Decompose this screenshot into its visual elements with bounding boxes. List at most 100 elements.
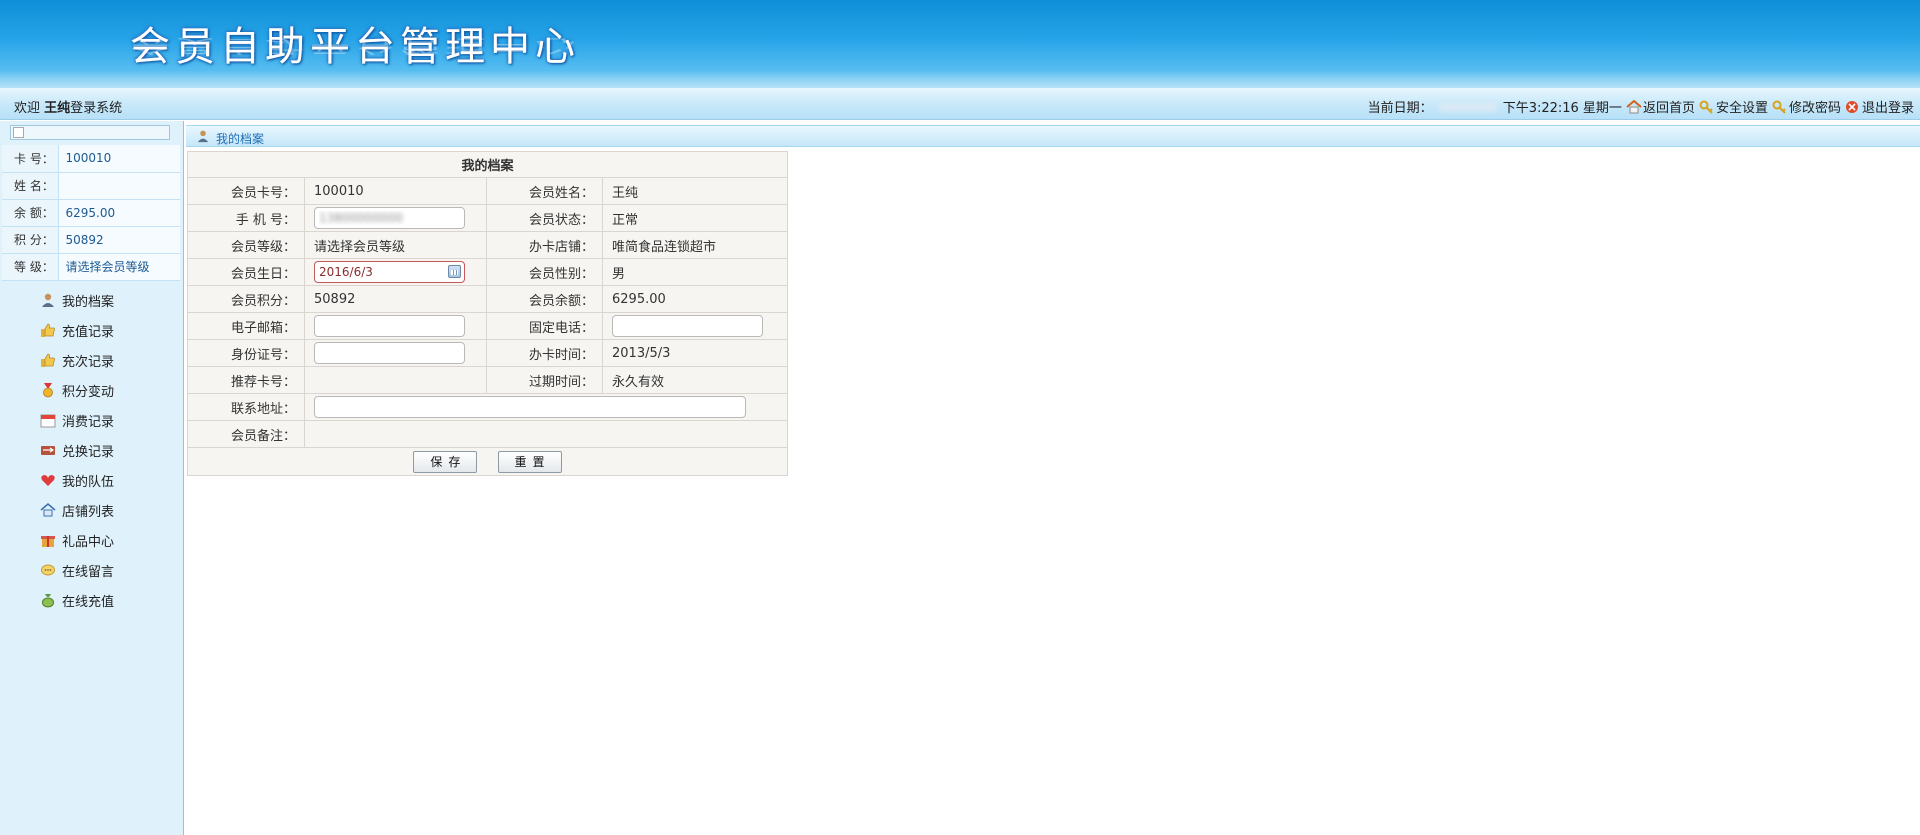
member-name-value: 王纯 — [602, 177, 788, 205]
sidebar-item-my-team[interactable]: 我的队伍 — [0, 465, 184, 495]
sidebar-item-label: 我的队伍 — [62, 474, 115, 490]
form-row: 会员备注： — [187, 420, 788, 448]
remark-label: 会员备注： — [187, 420, 305, 448]
sidebar-item-label: 在线留言 — [62, 564, 115, 580]
referrer-card-label: 推荐卡号： — [187, 366, 305, 394]
welcome-text: 欢迎 王纯登录系统 — [14, 97, 122, 116]
sidebar-item-my-profile[interactable]: 我的档案 — [0, 285, 184, 315]
sidebar-menu: 我的档案 充值记录 充次记录 积分变动 消费记录 兑换记录 我的队伍 店铺列表 … — [0, 285, 184, 615]
summary-label: 余 额： — [2, 199, 59, 227]
form-actions: 保存 重置 — [187, 447, 788, 476]
sidebar-item-gift-center[interactable]: 礼品中心 — [0, 525, 184, 555]
sidebar-item-online-message[interactable]: 在线留言 — [0, 555, 184, 585]
summary-row: 等 级： 请选择会员等级 — [2, 253, 180, 281]
issuing-store-label: 办卡店铺： — [486, 231, 603, 259]
user-icon — [40, 292, 56, 308]
summary-value: 6295.00 — [58, 199, 180, 227]
member-status-label: 会员状态： — [486, 204, 603, 232]
date-label: 当前日期： — [1367, 101, 1433, 116]
form-row: 会员积分： 50892 会员余额： 6295.00 — [187, 285, 788, 313]
summary-row: 积 分： 50892 — [2, 226, 180, 254]
email-cell — [304, 312, 487, 340]
home-link[interactable]: 返回首页 — [1626, 97, 1695, 116]
logout-link[interactable]: 退出登录 — [1845, 97, 1914, 116]
money-bag-icon — [40, 592, 56, 608]
sidebar-item-label: 积分变动 — [62, 384, 115, 400]
card-issue-date-value: 2013/5/3 — [602, 339, 788, 367]
sidebar-item-recharge-records[interactable]: 充值记录 — [0, 315, 184, 345]
security-settings-label: 安全设置 — [1715, 101, 1768, 116]
id-number-field[interactable] — [314, 342, 465, 364]
summary-label: 卡 号： — [2, 145, 59, 173]
exchange-icon — [40, 442, 56, 458]
remark-value — [304, 420, 788, 448]
member-points-label: 会员积分： — [187, 285, 305, 313]
summary-value — [58, 172, 180, 200]
email-label: 电子邮箱： — [187, 312, 305, 340]
medal-icon — [40, 382, 56, 398]
home-link-label: 返回首页 — [1642, 101, 1695, 116]
address-label: 联系地址： — [187, 393, 305, 421]
sidebar-item-label: 充次记录 — [62, 354, 115, 370]
banner-glow — [0, 70, 1920, 88]
form-row: 手 机 号： 会员状态： 正常 — [187, 204, 788, 232]
form-row: 会员等级： 请选择会员等级 办卡店铺： 唯简食品连锁超市 — [187, 231, 788, 259]
expiry-value: 永久有效 — [602, 366, 788, 394]
chat-icon — [40, 562, 56, 578]
summary-row: 余 额： 6295.00 — [2, 199, 180, 227]
sidebar-item-label: 消费记录 — [62, 414, 115, 430]
card-issue-date-label: 办卡时间： — [486, 339, 603, 367]
calendar-picker-icon[interactable] — [448, 265, 461, 278]
sidebar: 卡 号： 100010 姓 名： 余 额： 6295.00 积 分： 50892… — [0, 121, 184, 835]
top-status-bar: 欢迎 王纯登录系统 当前日期： 下午3:22:16 星期一 返回首页 安全设置 … — [0, 88, 1920, 120]
date-value-redacted — [1438, 101, 1497, 112]
avatar — [10, 125, 170, 140]
sidebar-item-label: 我的档案 — [62, 294, 115, 310]
sidebar-item-label: 礼品中心 — [62, 534, 115, 550]
expiry-label: 过期时间： — [486, 366, 603, 394]
logout-label: 退出登录 — [1861, 101, 1914, 116]
home-icon — [1626, 99, 1642, 114]
address-field[interactable] — [314, 396, 746, 418]
form-caption-row: 我的档案 — [187, 151, 788, 178]
id-number-cell — [304, 339, 487, 367]
app-title-reflection: 会员自助平台管理中心 — [130, 34, 580, 56]
sidebar-item-count-records[interactable]: 充次记录 — [0, 345, 184, 375]
summary-row: 姓 名： — [2, 172, 180, 200]
current-user-name: 王纯 — [44, 101, 71, 116]
form-actions-row: 保存 重置 — [187, 447, 788, 476]
phone-cell — [304, 204, 487, 232]
landline-field[interactable] — [612, 315, 763, 337]
change-password-link[interactable]: 修改密码 — [1772, 97, 1841, 116]
card-number-label: 会员卡号： — [187, 177, 305, 205]
welcome-suffix: 登录系统 — [70, 101, 123, 116]
sidebar-item-exchange-records[interactable]: 兑换记录 — [0, 435, 184, 465]
phone-field[interactable] — [314, 207, 465, 229]
welcome-prefix: 欢迎 — [14, 101, 41, 116]
sidebar-item-store-list[interactable]: 店铺列表 — [0, 495, 184, 525]
landline-cell — [602, 312, 788, 340]
address-cell — [304, 393, 788, 421]
summary-value: 100010 — [58, 145, 180, 173]
calendar-icon — [40, 412, 56, 428]
sidebar-item-online-recharge[interactable]: 在线充值 — [0, 585, 184, 615]
key-icon — [1772, 100, 1788, 114]
member-balance-label: 会员余额： — [486, 285, 603, 313]
form-row: 会员卡号： 100010 会员姓名： 王纯 — [187, 177, 788, 205]
gender-value: 男 — [602, 258, 788, 286]
summary-label: 姓 名： — [2, 172, 59, 200]
sidebar-item-points-changes[interactable]: 积分变动 — [0, 375, 184, 405]
sidebar-item-label: 店铺列表 — [62, 504, 115, 520]
member-status-value: 正常 — [602, 204, 788, 232]
card-number-value: 100010 — [304, 177, 487, 205]
member-level-label: 会员等级： — [187, 231, 305, 259]
sidebar-item-consumption-records[interactable]: 消费记录 — [0, 405, 184, 435]
referrer-card-value — [304, 366, 487, 394]
broken-image-icon — [13, 127, 24, 138]
email-field[interactable] — [314, 315, 465, 337]
security-settings-link[interactable]: 安全设置 — [1699, 97, 1768, 116]
summary-row: 卡 号： 100010 — [2, 145, 180, 173]
reset-button[interactable]: 重置 — [497, 450, 562, 473]
save-button[interactable]: 保存 — [413, 450, 478, 473]
birthday-date-field[interactable]: 2016/6/3 — [314, 261, 465, 283]
